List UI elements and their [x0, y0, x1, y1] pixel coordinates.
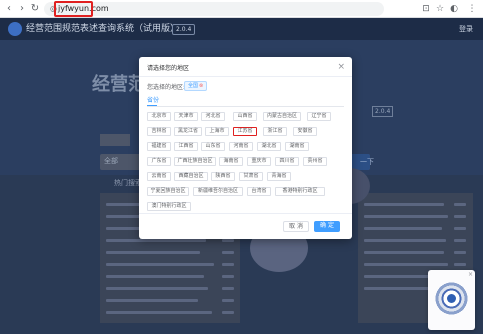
browser-toolbar: ‹ › ↻ ◎ jyfwyun.com ⊡ ☆ ◐ ⋮: [0, 0, 483, 18]
confirm-button[interactable]: 确 定: [314, 221, 340, 232]
list-item[interactable]: [364, 239, 446, 242]
region-option[interactable]: 台湾省: [247, 187, 271, 196]
list-item-date: [222, 275, 234, 278]
list-item-date: [454, 251, 466, 254]
back-icon[interactable]: ‹: [3, 3, 15, 15]
region-option[interactable]: 上海市: [205, 127, 229, 136]
site-title: 经营范围规范表述查询系统（试用版）: [26, 24, 180, 34]
list-item[interactable]: [106, 239, 206, 242]
region-option[interactable]: 江西省: [174, 142, 198, 151]
selected-region-tag-text: 全国: [188, 83, 199, 89]
region-option[interactable]: 陕西省: [211, 172, 235, 181]
region-option[interactable]: 云南省: [147, 172, 171, 181]
region-option[interactable]: 吉林省: [147, 127, 171, 136]
region-option[interactable]: 澳门特别行政区: [147, 202, 191, 211]
region-option[interactable]: 宁夏回族自治区: [147, 187, 189, 196]
dialog-title: 请选择您的地区: [147, 65, 190, 72]
region-option[interactable]: 贵州省: [303, 157, 327, 166]
selected-region-label: 您选择的地区:: [147, 84, 186, 91]
address-bar[interactable]: ◎ jyfwyun.com: [44, 2, 384, 16]
hero-title: 经营范: [92, 74, 146, 95]
profile-icon[interactable]: ◐: [448, 3, 460, 15]
list-item-date: [222, 287, 234, 290]
cancel-button[interactable]: 取 消: [283, 221, 309, 232]
site-header: 经营范围规范表述查询系统（试用版） 2.0.4 登录: [0, 18, 483, 40]
region-option[interactable]: 河南省: [229, 142, 253, 151]
close-icon[interactable]: ×: [468, 271, 473, 278]
region-option[interactable]: 湖南省: [285, 142, 309, 151]
list-item[interactable]: [364, 215, 448, 218]
list-item[interactable]: [364, 263, 448, 266]
list-item[interactable]: [106, 311, 212, 314]
list-item-date: [454, 203, 466, 206]
region-option[interactable]: 四川省: [275, 157, 299, 166]
selected-region-tag[interactable]: 全国⊗: [184, 81, 208, 91]
tab-province[interactable]: 省份: [147, 96, 159, 105]
region-option[interactable]: 黑龙江省: [174, 127, 202, 136]
list-item-date: [222, 299, 234, 302]
region-option[interactable]: 广东省: [147, 157, 171, 166]
region-option-selected[interactable]: 江苏省: [233, 127, 257, 136]
region-option[interactable]: 浙江省: [263, 127, 287, 136]
list-item-date: [454, 227, 466, 230]
region-select-dialog: 请选择您的地区 × 您选择的地区: 全国⊗ 省份 北京市 天津市 河北省 山西省…: [139, 57, 352, 239]
region-option[interactable]: 海南省: [219, 157, 243, 166]
hero-version-badge: 2.0.4: [372, 106, 394, 117]
remove-tag-icon[interactable]: ⊗: [199, 83, 203, 89]
login-link[interactable]: 登录: [459, 24, 473, 34]
region-option[interactable]: 河北省: [201, 112, 225, 121]
list-item-date: [454, 239, 466, 242]
region-option[interactable]: 辽宁省: [307, 112, 331, 121]
region-option[interactable]: 青海省: [267, 172, 291, 181]
bookmark-icon[interactable]: ☆: [434, 3, 446, 15]
search-button-label: 一下: [360, 158, 374, 166]
version-badge: 2.0.4: [172, 24, 196, 35]
url-highlight-box: [54, 1, 93, 17]
region-option[interactable]: 天津市: [174, 112, 198, 121]
region-option[interactable]: 广西壮族自治区: [174, 157, 216, 166]
qr-logo-icon: [447, 294, 456, 303]
tab-divider: [147, 106, 344, 107]
list-item[interactable]: [106, 299, 198, 302]
list-item[interactable]: [106, 275, 204, 278]
site-logo-icon[interactable]: [8, 22, 22, 36]
region-option[interactable]: 香港特别行政区: [275, 187, 325, 196]
region-option[interactable]: 安徽省: [293, 127, 317, 136]
list-item-date: [222, 263, 234, 266]
region-option[interactable]: 重庆市: [247, 157, 271, 166]
region-option[interactable]: 山西省: [233, 112, 257, 121]
list-item[interactable]: [106, 287, 208, 290]
list-item[interactable]: [364, 203, 444, 206]
region-option[interactable]: 甘肃省: [239, 172, 263, 181]
list-item-date: [222, 239, 234, 242]
list-item[interactable]: [364, 227, 442, 230]
region-option[interactable]: 新疆维吾尔自治区: [193, 187, 243, 196]
region-option[interactable]: 北京市: [147, 112, 171, 121]
dialog-divider: [139, 76, 352, 77]
region-option[interactable]: 湖北省: [257, 142, 281, 151]
reload-icon[interactable]: ↻: [29, 3, 41, 15]
forward-icon[interactable]: ›: [16, 3, 28, 15]
region-option[interactable]: 西藏自治区: [174, 172, 208, 181]
qr-widget: ×: [428, 270, 475, 330]
list-item-date: [222, 311, 234, 314]
list-item[interactable]: [106, 263, 214, 266]
menu-icon[interactable]: ⋮: [466, 3, 478, 15]
search-scope-label[interactable]: 全部: [104, 155, 118, 167]
footer-divider: [139, 213, 352, 214]
category-select[interactable]: [100, 134, 130, 146]
list-item-date: [222, 251, 234, 254]
region-option[interactable]: 内蒙古自治区: [263, 112, 301, 121]
list-item[interactable]: [106, 251, 200, 254]
region-option[interactable]: 福建省: [147, 142, 171, 151]
install-icon[interactable]: ⊡: [420, 3, 432, 15]
close-icon[interactable]: ×: [337, 62, 345, 72]
region-option[interactable]: 山东省: [201, 142, 225, 151]
list-item[interactable]: [364, 251, 444, 254]
list-item-date: [454, 263, 466, 266]
list-item-date: [454, 215, 466, 218]
